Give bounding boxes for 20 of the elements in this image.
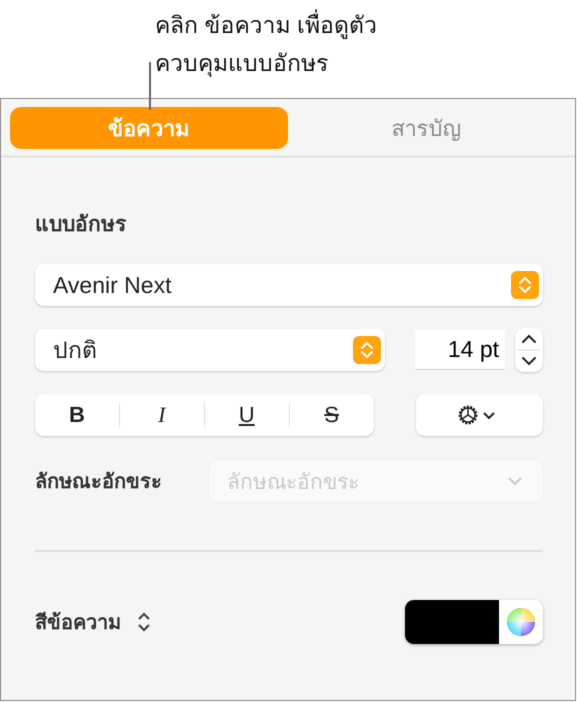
chevron-down-icon (507, 476, 523, 486)
up-down-icon (137, 610, 151, 632)
color-wheel-icon[interactable] (506, 606, 536, 636)
up-down-icon (511, 271, 539, 299)
format-button[interactable]: I (120, 400, 204, 430)
font-size-field[interactable]: 14 pt (415, 330, 505, 370)
typeface-popup[interactable]: ปกติ (35, 329, 386, 371)
character-style-label: ลักษณะอักขระ (35, 470, 162, 495)
leader-line (149, 62, 150, 110)
size-stepper[interactable] (515, 328, 543, 372)
callout-text: คลิก ข้อความ เพื่อดูตัว ควบคุมแบบอักษร (155, 6, 377, 82)
options-button[interactable] (416, 394, 543, 436)
section-heading: แบบอักษร (35, 212, 128, 238)
format-button[interactable]: B (35, 400, 119, 430)
format-button[interactable]: U (204, 400, 289, 430)
font-family-popup[interactable]: Avenir Next (35, 264, 543, 306)
format-button[interactable]: S (290, 400, 374, 430)
color-well[interactable] (405, 600, 543, 644)
up-down-icon (353, 336, 382, 364)
text-color-label: สีข้อความ (35, 610, 121, 636)
